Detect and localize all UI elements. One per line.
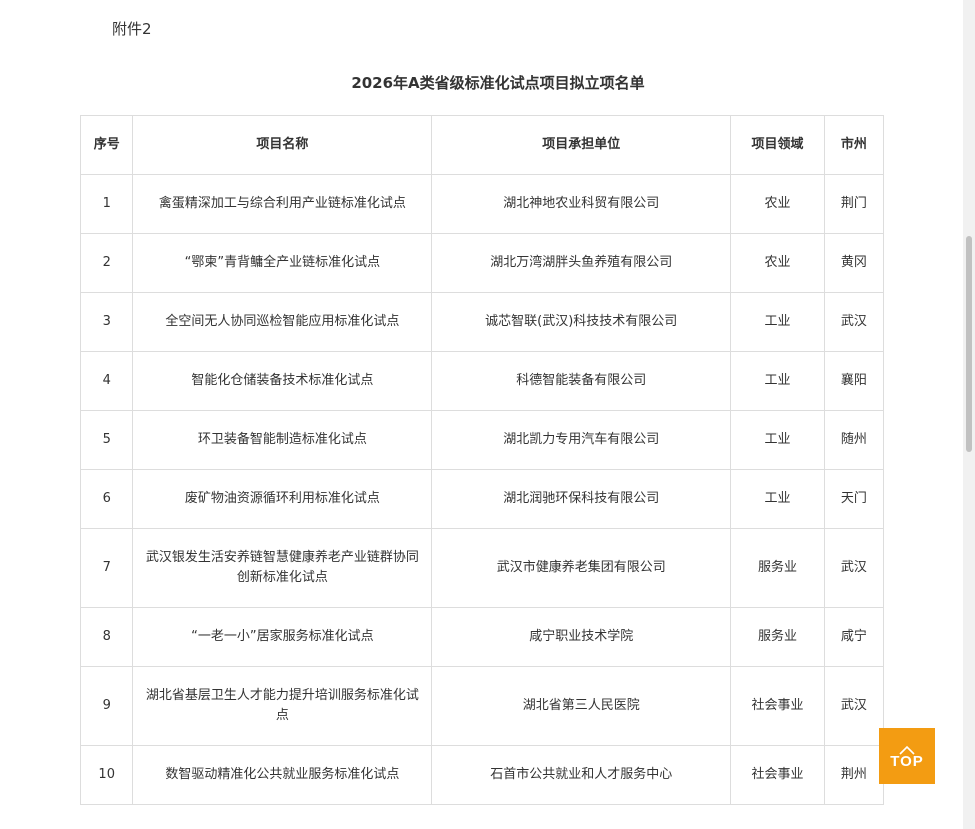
cell-seq: 10 <box>79 745 134 805</box>
cell-name: 湖北省基层卫生人才能力提升培训服务标准化试点 <box>132 666 433 746</box>
cell-name: “鄂柬”青背鳙全产业链标准化试点 <box>132 233 433 293</box>
cell-unit: 科德智能装备有限公司 <box>431 351 732 411</box>
cell-field: 工业 <box>730 469 825 529</box>
cell-field: 农业 <box>730 174 825 234</box>
table-row: 8 “一老一小”居家服务标准化试点 咸宁职业技术学院 服务业 咸宁 <box>79 607 885 667</box>
cell-city: 武汉 <box>823 528 885 608</box>
cell-unit: 湖北神地农业科贸有限公司 <box>431 174 732 234</box>
cell-seq: 8 <box>79 607 134 667</box>
cell-field: 社会事业 <box>730 666 825 746</box>
cell-city: 武汉 <box>823 666 885 746</box>
document-title: 2026年A类省级标准化试点项目拟立项名单 <box>351 74 645 92</box>
cell-unit: 湖北凯力专用汽车有限公司 <box>431 410 732 470</box>
cell-name: 智能化仓储装备技术标准化试点 <box>132 351 433 411</box>
cell-field: 农业 <box>730 233 825 293</box>
page-scrollbar[interactable] <box>963 0 975 829</box>
scrollbar-thumb[interactable] <box>966 236 972 452</box>
cell-name: 废矿物油资源循环利用标准化试点 <box>132 469 433 529</box>
cell-name: 环卫装备智能制造标准化试点 <box>132 410 433 470</box>
table-row: 1 禽蛋精深加工与综合利用产业链标准化试点 湖北神地农业科贸有限公司 农业 荆门 <box>79 174 885 234</box>
header-field: 项目领域 <box>730 115 825 175</box>
cell-unit: 湖北省第三人民医院 <box>431 666 732 746</box>
chevron-up-icon <box>899 740 915 755</box>
back-to-top-button[interactable]: TOP <box>879 728 935 784</box>
cell-unit: 咸宁职业技术学院 <box>431 607 732 667</box>
table-row: 6 废矿物油资源循环利用标准化试点 湖北润驰环保科技有限公司 工业 天门 <box>79 469 885 529</box>
cell-seq: 2 <box>79 233 134 293</box>
cell-seq: 3 <box>79 292 134 352</box>
cell-seq: 6 <box>79 469 134 529</box>
cell-city: 武汉 <box>823 292 885 352</box>
table-row: 7 武汉银发生活安养链智慧健康养老产业链群协同创新标准化试点 武汉市健康养老集团… <box>79 528 885 608</box>
cell-field: 工业 <box>730 292 825 352</box>
cell-name: 武汉银发生活安养链智慧健康养老产业链群协同创新标准化试点 <box>132 528 433 608</box>
cell-unit: 武汉市健康养老集团有限公司 <box>431 528 732 608</box>
cell-name: 禽蛋精深加工与综合利用产业链标准化试点 <box>132 174 433 234</box>
cell-seq: 4 <box>79 351 134 411</box>
cell-seq: 1 <box>79 174 134 234</box>
cell-seq: 5 <box>79 410 134 470</box>
cell-unit: 诚芯智联(武汉)科技技术有限公司 <box>431 292 732 352</box>
table-row: 10 数智驱动精准化公共就业服务标准化试点 石首市公共就业和人才服务中心 社会事… <box>79 745 885 805</box>
table-row: 2 “鄂柬”青背鳙全产业链标准化试点 湖北万湾湖胖头鱼养殖有限公司 农业 黄冈 <box>79 233 885 293</box>
attachment-label: 附件2 <box>112 20 152 38</box>
cell-field: 工业 <box>730 410 825 470</box>
cell-field: 社会事业 <box>730 745 825 805</box>
cell-city: 天门 <box>823 469 885 529</box>
page: 附件2 2026年A类省级标准化试点项目拟立项名单 序号 项目名称 项目承担单位… <box>0 0 963 829</box>
header-unit: 项目承担单位 <box>431 115 732 175</box>
cell-field: 服务业 <box>730 607 825 667</box>
project-table: 序号 项目名称 项目承担单位 项目领域 市州 1 禽蛋精深加工与综合利用产业链标… <box>79 115 885 805</box>
cell-city: 随州 <box>823 410 885 470</box>
cell-city: 黄冈 <box>823 233 885 293</box>
cell-name: “一老一小”居家服务标准化试点 <box>132 607 433 667</box>
cell-seq: 9 <box>79 666 134 746</box>
cell-city: 荆州 <box>823 745 885 805</box>
cell-name: 数智驱动精准化公共就业服务标准化试点 <box>132 745 433 805</box>
cell-unit: 湖北万湾湖胖头鱼养殖有限公司 <box>431 233 732 293</box>
table-row: 3 全空间无人协同巡检智能应用标准化试点 诚芯智联(武汉)科技技术有限公司 工业… <box>79 292 885 352</box>
back-to-top-label: TOP <box>890 753 924 770</box>
table-row: 5 环卫装备智能制造标准化试点 湖北凯力专用汽车有限公司 工业 随州 <box>79 410 885 470</box>
header-name: 项目名称 <box>132 115 433 175</box>
table-header-row: 序号 项目名称 项目承担单位 项目领域 市州 <box>79 115 885 175</box>
cell-field: 工业 <box>730 351 825 411</box>
cell-city: 荆门 <box>823 174 885 234</box>
cell-field: 服务业 <box>730 528 825 608</box>
cell-seq: 7 <box>79 528 134 608</box>
cell-city: 咸宁 <box>823 607 885 667</box>
table-row: 9 湖北省基层卫生人才能力提升培训服务标准化试点 湖北省第三人民医院 社会事业 … <box>79 666 885 746</box>
header-city: 市州 <box>823 115 885 175</box>
table-row: 4 智能化仓储装备技术标准化试点 科德智能装备有限公司 工业 襄阳 <box>79 351 885 411</box>
cell-name: 全空间无人协同巡检智能应用标准化试点 <box>132 292 433 352</box>
cell-unit: 湖北润驰环保科技有限公司 <box>431 469 732 529</box>
header-seq: 序号 <box>79 115 134 175</box>
cell-unit: 石首市公共就业和人才服务中心 <box>431 745 732 805</box>
cell-city: 襄阳 <box>823 351 885 411</box>
